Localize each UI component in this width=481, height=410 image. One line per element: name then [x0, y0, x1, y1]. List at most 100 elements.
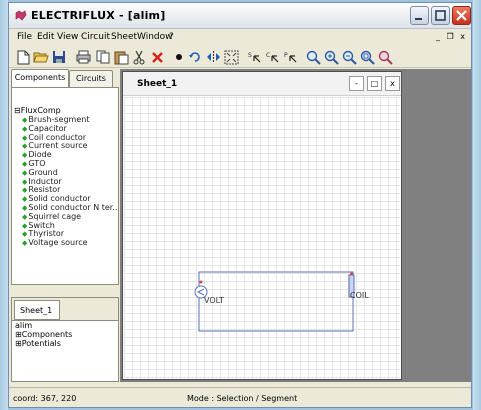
mdi-controls[interactable]: _ ❐ x	[436, 32, 467, 41]
collapse-icon[interactable]: ⊟	[14, 106, 21, 115]
expand-icon[interactable]: ⊞	[15, 330, 22, 339]
menu-sheet[interactable]: Sheet	[111, 32, 137, 42]
coil-label: COIL	[350, 291, 369, 300]
component-label: Capacitor	[28, 123, 67, 133]
print-button[interactable]	[75, 49, 91, 65]
document-title: Sheet_1	[137, 79, 178, 89]
zoom-window-button[interactable]	[377, 49, 393, 65]
rotate-tool[interactable]	[187, 49, 203, 65]
open-folder-icon	[33, 52, 49, 63]
print-icon	[76, 50, 90, 64]
close-icon	[456, 10, 467, 21]
minimize-button[interactable]	[410, 6, 429, 25]
desktop-left-edge	[0, 0, 8, 410]
point-icon	[176, 54, 182, 60]
fit-tool[interactable]	[223, 49, 239, 65]
save-button[interactable]	[51, 49, 67, 65]
flip-tool[interactable]	[205, 49, 221, 65]
document-title-bar[interactable]: Sheet_1 - □ x	[123, 72, 401, 96]
component-panel: Components Circuits ⊟FluxComp ◆Brush-seg…	[11, 69, 119, 382]
tab-sheet-1[interactable]: Sheet_1	[14, 300, 60, 320]
component-label: Inductor	[28, 176, 62, 186]
minimize-icon	[415, 18, 422, 20]
component-label: Solid conductor	[28, 194, 91, 204]
bullet-icon: ◆	[22, 151, 28, 160]
maximize-button[interactable]	[431, 6, 450, 25]
mode-readout: Mode : Selection / Segment	[187, 394, 298, 403]
main-window: ELECTRIFLUX - [alim] File Edit View Circ…	[8, 2, 472, 408]
component-label: Resistor	[28, 185, 61, 195]
save-icon	[53, 51, 65, 63]
app-logo-icon	[15, 10, 27, 21]
volt-label: VOLT	[204, 296, 224, 305]
component-label: Diode	[28, 150, 52, 160]
title-bar[interactable]: ELECTRIFLUX - [alim]	[9, 3, 471, 29]
list-item[interactable]: alim	[15, 321, 118, 330]
rotate-icon	[188, 52, 200, 62]
component-label: Switch	[28, 220, 55, 230]
svg-text:S: S	[248, 52, 252, 59]
copy-button[interactable]	[95, 49, 111, 65]
circuit-diagram	[194, 271, 355, 332]
component-label: Brush-segment	[28, 115, 90, 124]
fit-icon	[224, 50, 238, 64]
mdi-workspace: Sheet_1 - □ x VOLT COIL	[120, 69, 471, 382]
doc-close-button[interactable]: x	[385, 76, 400, 91]
menu-view[interactable]: View	[57, 32, 78, 42]
delete-icon	[151, 51, 163, 63]
select-c-tool[interactable]: C	[265, 49, 281, 65]
list-item[interactable]: ◆Voltage source	[22, 238, 118, 248]
bullet-icon: ◆	[22, 195, 28, 204]
tree-item-label: Components	[21, 330, 73, 339]
zoom-button[interactable]	[305, 49, 321, 65]
open-button[interactable]	[33, 49, 49, 65]
component-label: Thyristor	[28, 229, 65, 239]
bullet-icon: ◆	[22, 212, 28, 221]
schematic-canvas[interactable]: VOLT COIL	[124, 97, 400, 379]
menu-help[interactable]: ?	[169, 32, 174, 42]
tab-components[interactable]: Components	[11, 69, 69, 87]
bullet-icon: ◆	[22, 239, 28, 248]
bullet-icon: ◆	[22, 142, 28, 151]
paste-button[interactable]	[113, 49, 129, 65]
point-tool[interactable]	[171, 49, 187, 65]
menu-window[interactable]: Window	[137, 32, 173, 42]
zoom-fit-button[interactable]	[359, 49, 375, 65]
sheet-tree: alim ⊞Components ⊞Potentials	[12, 320, 118, 381]
tree-root[interactable]: ⊟FluxComp	[14, 106, 61, 115]
zoom-icon	[306, 50, 321, 65]
tree-item-label: Potentials	[21, 339, 61, 348]
bullet-icon: ◆	[22, 168, 28, 177]
bullet-icon: ◆	[22, 230, 28, 239]
doc-minimize-button[interactable]: -	[349, 76, 364, 91]
paste-icon	[114, 51, 128, 64]
cut-button[interactable]	[131, 49, 147, 65]
close-button[interactable]	[452, 6, 471, 25]
zoom-out-button[interactable]	[341, 49, 357, 65]
select-p-icon: P	[284, 52, 297, 63]
delete-button[interactable]	[149, 49, 165, 65]
select-s-tool[interactable]: S	[247, 49, 263, 65]
tree-root-label: FluxComp	[20, 106, 61, 115]
component-label: GTO	[28, 158, 46, 168]
doc-maximize-button[interactable]: □	[367, 76, 382, 91]
zoom-in-button[interactable]	[323, 49, 339, 65]
bullet-icon: ◆	[22, 186, 28, 195]
list-item[interactable]: ⊞Potentials	[15, 339, 118, 348]
tab-circuits[interactable]: Circuits	[69, 70, 113, 87]
status-bar: coord: 367, 220 Mode : Selection / Segme…	[9, 387, 471, 407]
expand-icon[interactable]: ⊞	[15, 339, 22, 348]
component-label: Current source	[28, 141, 88, 151]
menu-edit[interactable]: Edit	[37, 32, 54, 42]
list-item[interactable]: ⊞Components	[15, 330, 118, 339]
select-p-tool[interactable]: P	[283, 49, 299, 65]
bullet-icon: ◆	[22, 124, 28, 133]
toolbar: S C P	[9, 46, 471, 68]
bullet-icon: ◆	[22, 203, 28, 212]
new-file-button[interactable]	[15, 49, 31, 65]
component-list: ◆Brush-segment ◆Capacitor ◆Coil conducto…	[22, 115, 119, 248]
component-label: Solid conductor N ter...	[28, 202, 119, 212]
menu-file[interactable]: File	[17, 32, 32, 42]
menu-circuit[interactable]: Circuit	[81, 32, 110, 42]
component-tree: ⊟FluxComp ◆Brush-segment ◆Capacitor ◆Coi…	[11, 87, 119, 285]
